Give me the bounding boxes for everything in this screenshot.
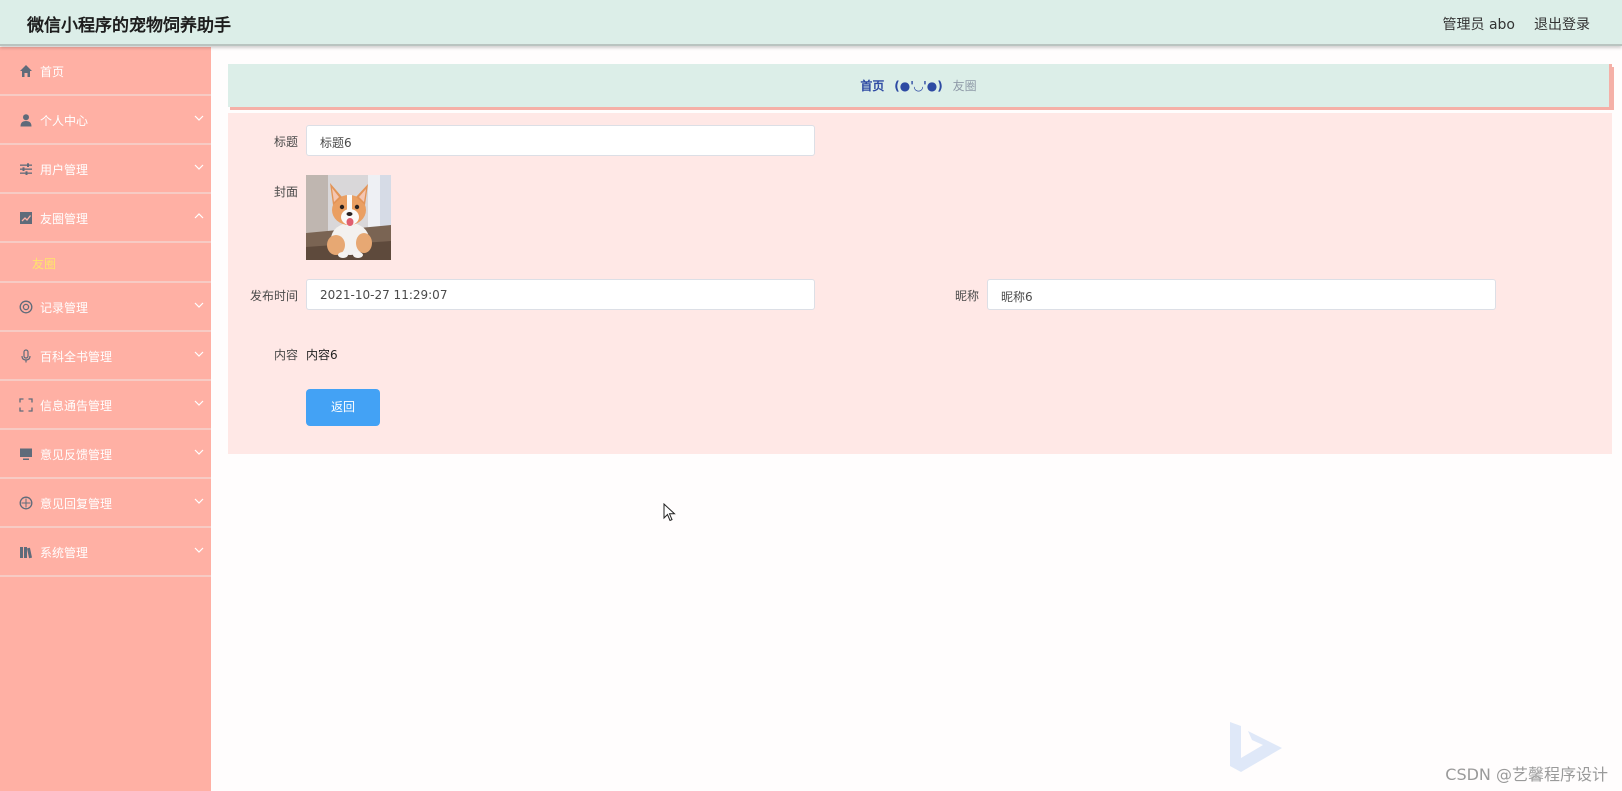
app-title: 微信小程序的宠物饲养助手 xyxy=(27,16,231,36)
chevron-up-icon xyxy=(194,213,204,219)
chevron-down-icon xyxy=(194,498,204,504)
cover-image xyxy=(306,175,391,260)
nickname-label: 昵称 xyxy=(954,289,979,303)
publish-time-field[interactable]: 2021-10-27 11:29:07 xyxy=(306,279,815,310)
sidebar: 首页 个人中心 用户管理 友圈管理 友圈 记录管理 百科全书管理 信息通告管理 … xyxy=(0,47,211,791)
breadcrumb-home-link[interactable]: 首页 xyxy=(860,79,884,93)
chevron-down-icon xyxy=(194,302,204,308)
sidebar-item-label: 信息通告管理 xyxy=(40,399,113,413)
lifebuoy-icon xyxy=(19,300,33,314)
compass-icon xyxy=(19,496,33,510)
sidebar-item-label: 用户管理 xyxy=(40,163,89,177)
cover-label: 封面 xyxy=(273,185,298,199)
title-label: 标题 xyxy=(273,135,298,149)
sidebar-item-label: 百科全书管理 xyxy=(40,350,113,364)
bing-logo-watermark xyxy=(1230,722,1282,772)
sidebar-subitem-label: 友圈 xyxy=(32,257,57,271)
current-user-label: 管理员 abo xyxy=(1442,17,1515,33)
sidebar-item-moments-management[interactable]: 友圈管理 xyxy=(0,194,211,243)
sidebar-item-home[interactable]: 首页 xyxy=(0,47,211,96)
sliders-icon xyxy=(20,163,32,175)
breadcrumb: 首页 (●'◡'●) 友圈 xyxy=(228,64,1612,107)
chevron-down-icon xyxy=(194,400,204,406)
content-label: 内容 xyxy=(273,348,298,362)
sidebar-item-label: 记录管理 xyxy=(40,301,89,315)
sidebar-item-label: 意见反馈管理 xyxy=(40,448,113,462)
sidebar-item-user-management[interactable]: 用户管理 xyxy=(0,145,211,194)
content-value: 内容6 xyxy=(306,348,338,362)
sidebar-item-label: 个人中心 xyxy=(40,114,89,128)
publish-time-label: 发布时间 xyxy=(249,289,298,303)
monitor-icon xyxy=(20,448,32,460)
sidebar-subitem-moments[interactable]: 友圈 xyxy=(0,243,211,283)
sidebar-item-feedback-management[interactable]: 意见反馈管理 xyxy=(0,430,211,479)
user-icon xyxy=(20,114,32,127)
sidebar-item-label: 首页 xyxy=(40,65,65,79)
chart-icon xyxy=(20,212,32,224)
home-icon xyxy=(20,65,32,77)
detail-form: 标题 标题6 封面 发布时间 2021-10-27 11:29:07 昵称 昵称… xyxy=(228,113,1612,454)
logout-link[interactable]: 退出登录 xyxy=(1534,14,1590,34)
chevron-down-icon xyxy=(194,115,204,121)
chevron-down-icon xyxy=(194,351,204,357)
sidebar-item-label: 意见回复管理 xyxy=(40,497,113,511)
breadcrumb-separator: (●'◡'●) xyxy=(894,79,943,93)
mouse-cursor-icon xyxy=(663,503,676,522)
title-field[interactable]: 标题6 xyxy=(306,125,815,156)
sidebar-item-label: 系统管理 xyxy=(40,546,89,560)
sidebar-item-encyclopedia-management[interactable]: 百科全书管理 xyxy=(0,332,211,381)
top-header: 微信小程序的宠物饲养助手 管理员 abo 退出登录 xyxy=(0,0,1622,46)
chevron-down-icon xyxy=(194,164,204,170)
chevron-down-icon xyxy=(194,547,204,553)
sidebar-item-label: 友圈管理 xyxy=(40,212,89,226)
sidebar-item-notice-management[interactable]: 信息通告管理 xyxy=(0,381,211,430)
csdn-watermark: CSDN @艺馨程序设计 xyxy=(1445,765,1608,784)
app-root: 微信小程序的宠物饲养助手 管理员 abo 退出登录 首页 个人中心 用户管理 友… xyxy=(0,0,1622,791)
back-button[interactable]: 返回 xyxy=(306,389,380,426)
nickname-field[interactable]: 昵称6 xyxy=(987,279,1496,310)
sidebar-item-records-management[interactable]: 记录管理 xyxy=(0,283,211,332)
breadcrumb-current: 友圈 xyxy=(952,79,977,93)
corgi-photo xyxy=(306,175,391,260)
fullscreen-icon xyxy=(19,398,33,412)
chevron-down-icon xyxy=(194,449,204,455)
books-icon xyxy=(20,547,33,559)
microphone-icon xyxy=(21,349,31,363)
sidebar-item-system-management[interactable]: 系统管理 xyxy=(0,528,211,577)
sidebar-item-reply-management[interactable]: 意见回复管理 xyxy=(0,479,211,528)
sidebar-item-personal-center[interactable]: 个人中心 xyxy=(0,96,211,145)
